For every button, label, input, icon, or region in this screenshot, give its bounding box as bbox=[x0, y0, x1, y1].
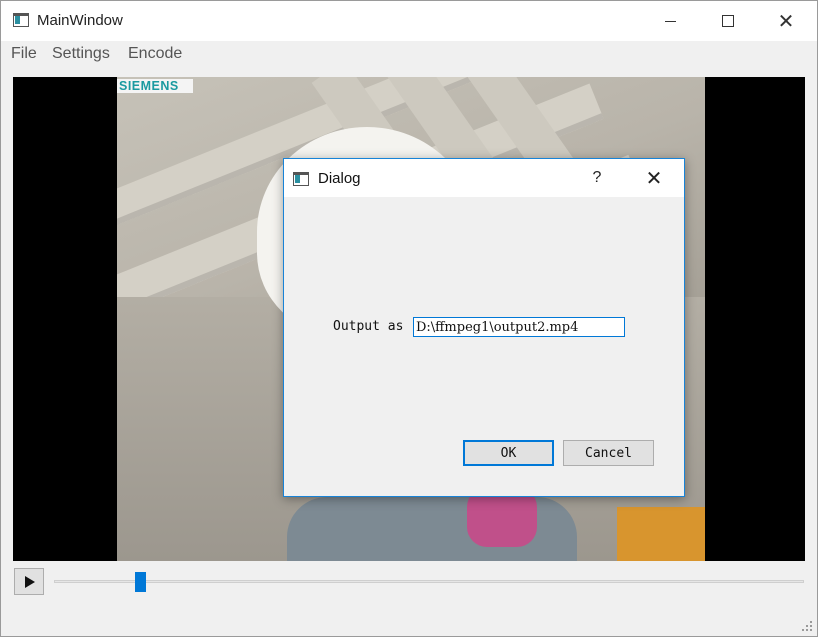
minimize-icon bbox=[664, 20, 676, 22]
menu-bar: File Settings Encode bbox=[1, 41, 817, 67]
menu-settings[interactable]: Settings bbox=[52, 45, 110, 63]
title-bar[interactable]: MainWindow ✕ bbox=[1, 1, 817, 41]
dialog-close-button[interactable]: ✕ bbox=[630, 159, 678, 197]
resize-grip-icon[interactable] bbox=[801, 620, 813, 632]
ok-button[interactable]: OK bbox=[463, 440, 554, 466]
close-icon: ✕ bbox=[777, 9, 795, 33]
maximize-icon bbox=[722, 15, 734, 27]
play-button[interactable] bbox=[14, 568, 44, 595]
dialog-title: Dialog bbox=[318, 170, 361, 187]
output-path-input[interactable] bbox=[413, 317, 625, 337]
logo-bar: SIEMENS bbox=[117, 79, 193, 93]
close-icon: ✕ bbox=[645, 166, 663, 190]
play-icon bbox=[25, 575, 35, 588]
output-dialog: Dialog ? ✕ Output as OK Cancel bbox=[283, 158, 685, 497]
dialog-window-icon bbox=[293, 172, 309, 186]
seek-slider-handle[interactable] bbox=[134, 572, 146, 592]
cancel-button[interactable]: Cancel bbox=[563, 440, 654, 466]
app-window-icon bbox=[13, 13, 29, 27]
close-button[interactable]: ✕ bbox=[757, 1, 815, 41]
help-button[interactable]: ? bbox=[584, 159, 610, 197]
brand-logo: SIEMENS bbox=[119, 79, 179, 93]
minimize-button[interactable] bbox=[641, 1, 699, 41]
output-as-label: Output as bbox=[333, 319, 404, 334]
menu-encode[interactable]: Encode bbox=[128, 45, 182, 63]
maximize-button[interactable] bbox=[699, 1, 757, 41]
crane bbox=[617, 507, 705, 561]
dialog-title-bar[interactable]: Dialog ? ✕ bbox=[284, 159, 684, 197]
menu-file[interactable]: File bbox=[11, 45, 37, 63]
window-title: MainWindow bbox=[37, 12, 123, 29]
seek-slider-track[interactable] bbox=[54, 580, 804, 583]
